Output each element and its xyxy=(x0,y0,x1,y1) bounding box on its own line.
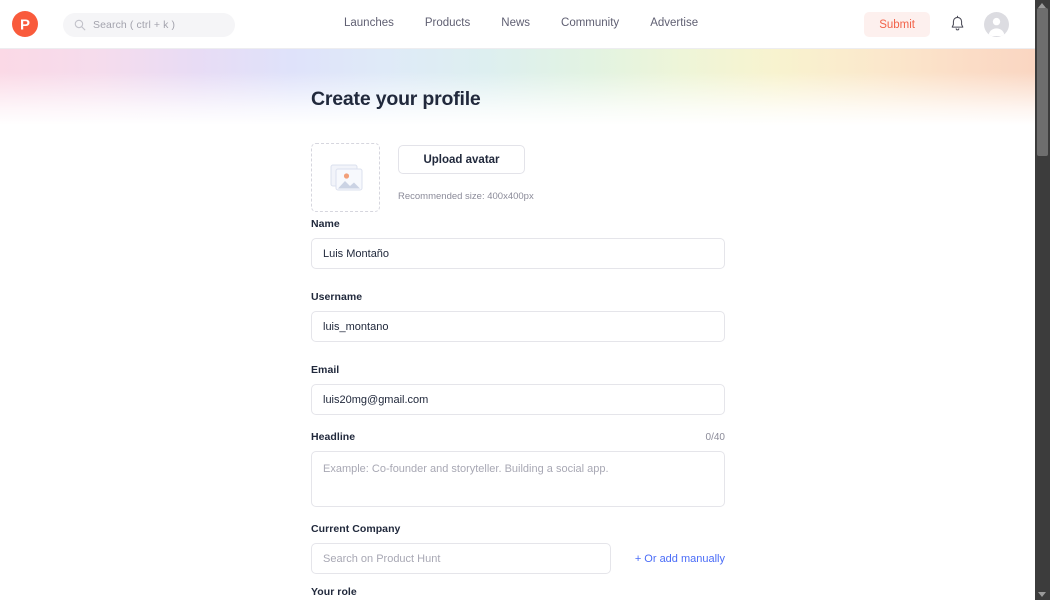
name-input[interactable] xyxy=(311,238,725,269)
vertical-scrollbar[interactable] xyxy=(1035,0,1050,600)
email-label: Email xyxy=(311,364,340,376)
current-company-row: + Or add manually xyxy=(311,543,725,574)
avatar-recommended-size-text: Recommended size: 400x400px xyxy=(398,191,534,202)
current-company-label-row: Current Company xyxy=(311,523,725,535)
your-role-label: Your role xyxy=(311,586,357,598)
current-company-input[interactable] xyxy=(311,543,611,574)
search-box[interactable]: Search ( ctrl + k ) xyxy=(63,13,235,37)
notifications-button[interactable] xyxy=(948,14,967,34)
scroll-down-arrow-icon[interactable] xyxy=(1038,592,1046,597)
add-company-manually-link[interactable]: + Or add manually xyxy=(635,553,725,565)
upload-avatar-button[interactable]: Upload avatar xyxy=(398,145,525,174)
page-root: P Search ( ctrl + k ) Launches Products … xyxy=(0,0,1050,600)
nav-link-news[interactable]: News xyxy=(501,17,530,29)
bell-icon xyxy=(951,15,964,31)
avatar-dropzone[interactable] xyxy=(311,143,380,212)
image-placeholder-icon xyxy=(330,164,362,191)
email-label-row: Email xyxy=(311,364,725,376)
search-icon xyxy=(74,19,86,31)
field-email: Email xyxy=(311,364,725,415)
email-input[interactable] xyxy=(311,384,725,415)
nav-link-launches[interactable]: Launches xyxy=(344,17,394,29)
headline-label-row: Headline 0/40 xyxy=(311,431,725,443)
field-username: Username xyxy=(311,291,725,342)
headline-label: Headline xyxy=(311,431,356,443)
svg-text:P: P xyxy=(20,17,30,34)
nav-link-advertise[interactable]: Advertise xyxy=(650,17,698,29)
nav-link-community[interactable]: Community xyxy=(561,17,619,29)
headline-textarea[interactable] xyxy=(311,451,725,507)
scrollbar-thumb[interactable] xyxy=(1037,8,1048,156)
page-title: Create your profile xyxy=(311,88,481,110)
field-your-role: Your role xyxy=(311,586,725,600)
field-current-company: Current Company + Or add manually xyxy=(311,523,725,574)
name-label: Name xyxy=(311,218,340,230)
headline-character-counter: 0/40 xyxy=(705,432,725,443)
your-role-label-row: Your role xyxy=(311,586,725,598)
current-company-label: Current Company xyxy=(311,523,401,535)
top-navigation-bar: P Search ( ctrl + k ) Launches Products … xyxy=(0,0,1035,49)
logo-p-icon: P xyxy=(20,17,30,34)
search-placeholder-text: Search ( ctrl + k ) xyxy=(93,19,176,31)
account-avatar-button[interactable] xyxy=(984,12,1009,37)
create-profile-form: Upload avatar Recommended size: 400x400p… xyxy=(311,140,725,600)
product-hunt-logo[interactable]: P xyxy=(12,11,38,37)
name-label-row: Name xyxy=(311,218,725,230)
username-input[interactable] xyxy=(311,311,725,342)
user-avatar-icon xyxy=(988,17,1005,36)
field-name: Name xyxy=(311,218,725,269)
primary-nav-links: Launches Products News Community Adverti… xyxy=(344,17,698,29)
avatar-upload-section: Upload avatar Recommended size: 400x400p… xyxy=(311,140,725,218)
username-label: Username xyxy=(311,291,363,303)
gradient-hero-banner xyxy=(0,49,1035,125)
nav-link-products[interactable]: Products xyxy=(425,17,470,29)
username-label-row: Username xyxy=(311,291,725,303)
field-headline: Headline 0/40 xyxy=(311,431,725,507)
submit-button[interactable]: Submit xyxy=(864,12,930,37)
